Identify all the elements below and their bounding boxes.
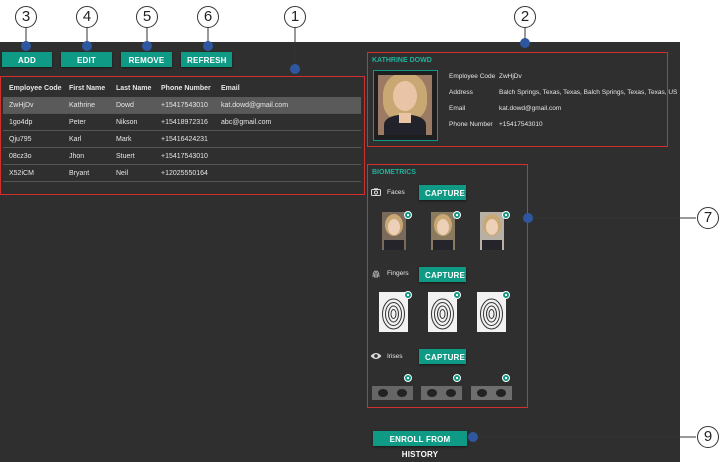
- callout-lines: [25, 28, 696, 438]
- callout-dot: [82, 41, 92, 51]
- callout-dot: [142, 41, 152, 51]
- callout-6: 6: [197, 6, 219, 28]
- callout-4: 4: [76, 6, 98, 28]
- callout-9: 9: [697, 426, 719, 448]
- callout-dot: [21, 41, 31, 51]
- callout-dot: [520, 38, 530, 48]
- callout-7: 7: [697, 207, 719, 229]
- callout-2: 2: [514, 6, 536, 28]
- callout-dot: [468, 432, 478, 442]
- callout-1: 1: [284, 6, 306, 28]
- callout-5: 5: [136, 6, 158, 28]
- callout-dot: [290, 64, 300, 74]
- callout-3: 3: [15, 6, 37, 28]
- callout-dot: [203, 41, 213, 51]
- callout-dot: [523, 213, 533, 223]
